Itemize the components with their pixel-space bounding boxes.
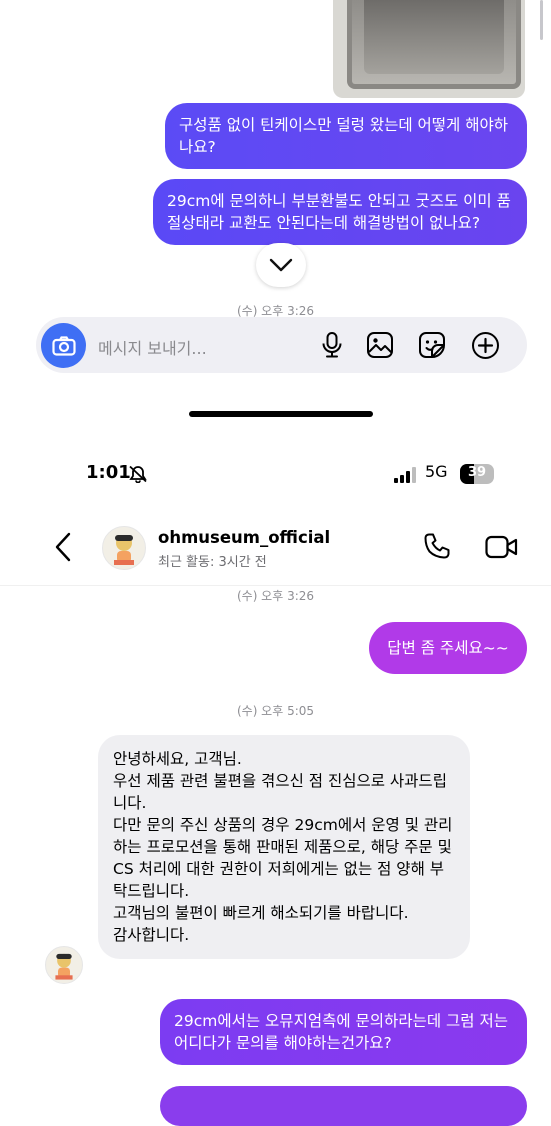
gallery-icon (367, 332, 393, 358)
back-chevron-icon (55, 532, 71, 562)
battery-icon: 39 (460, 464, 494, 484)
gallery-button[interactable] (366, 331, 394, 359)
message-text: 구성품 없이 틴케이스만 덜렁 왔는데 어떻게 해야하나요? (179, 116, 509, 156)
battery-level: 39 (467, 465, 487, 480)
sender-avatar[interactable] (45, 946, 83, 984)
header-divider (0, 585, 551, 586)
sent-message[interactable]: 답변 좀 주세요~~ (369, 622, 527, 674)
plus-icon (472, 332, 499, 359)
timestamp: (수) 오후 3:26 (236, 589, 315, 603)
video-call-button[interactable] (485, 535, 519, 559)
sticker-button[interactable] (418, 331, 446, 359)
network-label: 5G (425, 462, 448, 481)
activity-status: 최근 활동: 3시간 전 (158, 555, 267, 570)
tin-case-image (347, 0, 521, 89)
avatar[interactable] (102, 526, 146, 570)
sticker-icon (419, 332, 445, 358)
sent-message[interactable] (160, 1086, 527, 1126)
chat-username[interactable]: ohmuseum_official (158, 528, 330, 547)
more-options-button[interactable] (471, 331, 500, 360)
voice-button[interactable] (319, 331, 345, 359)
back-button[interactable] (54, 532, 72, 562)
sent-message[interactable]: 29cm에 문의하니 부분환불도 안되고 굿즈도 이미 품절상태라 교환도 안된… (153, 179, 527, 245)
message-text: 안녕하세요, 고객님. 우선 제품 관련 불편을 겪으신 점 진심으로 사과드립… (113, 750, 453, 944)
audio-call-button[interactable] (423, 532, 451, 560)
microphone-icon (322, 332, 342, 358)
video-icon (485, 535, 518, 559)
message-input[interactable]: 메시지 보내기... (98, 335, 207, 359)
scrollbar[interactable] (540, 0, 543, 40)
received-message[interactable]: 안녕하세요, 고객님. 우선 제품 관련 불편을 겪으신 점 진심으로 사과드립… (98, 735, 470, 959)
sent-message[interactable]: 구성품 없이 틴케이스만 덜렁 왔는데 어떻게 해야하나요? (165, 103, 527, 169)
phone-icon (424, 533, 450, 559)
attached-photo[interactable] (333, 0, 525, 98)
message-text: 29cm에서는 오뮤지엄측에 문의하라는데 그럼 저는 어디다가 문의를 해야하… (174, 1012, 508, 1052)
sent-message[interactable]: 29cm에서는 오뮤지엄측에 문의하라는데 그럼 저는 어디다가 문의를 해야하… (160, 999, 527, 1065)
status-time: 1:01 (86, 462, 131, 483)
message-text: 답변 좀 주세요~~ (387, 639, 509, 657)
camera-button[interactable] (41, 323, 86, 368)
signal-icon (394, 467, 418, 483)
scroll-to-bottom-button[interactable] (256, 243, 306, 287)
bell-slash-icon (128, 465, 148, 483)
message-text: 29cm에 문의하니 부분환불도 안되고 굿즈도 이미 품절상태라 교환도 안된… (167, 192, 511, 232)
timestamp: (수) 오후 5:05 (236, 704, 315, 718)
chevron-down-icon (269, 258, 293, 272)
home-indicator (189, 411, 373, 417)
camera-icon (51, 335, 76, 356)
